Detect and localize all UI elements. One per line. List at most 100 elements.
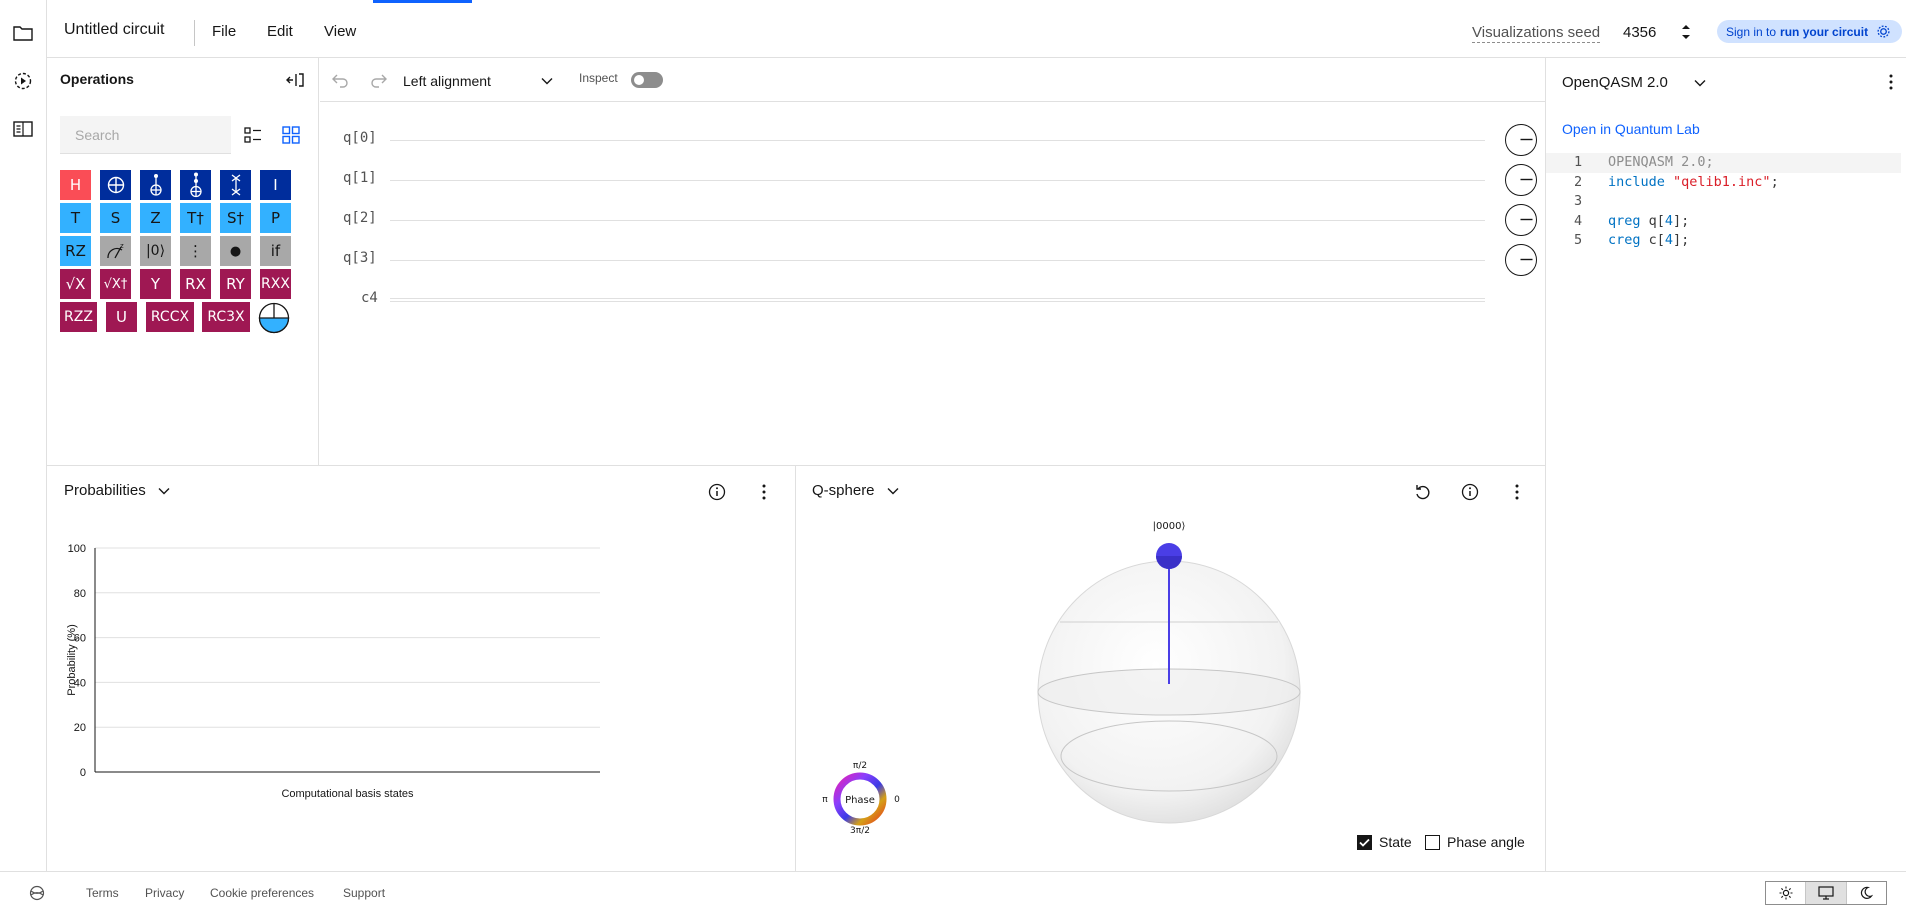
phase-zero: 0 [894, 795, 900, 805]
gate-s[interactable]: S [100, 203, 131, 233]
gate-barrier[interactable]: ⋮ [180, 236, 211, 266]
line-number: 4 [1574, 212, 1583, 229]
code-token: 4 [1664, 212, 1674, 229]
circuit-title[interactable]: Untitled circuit [64, 21, 164, 39]
alignment-dropdown[interactable]: Left alignment [403, 70, 553, 92]
gate-p[interactable]: P [260, 203, 291, 233]
run-history-icon[interactable] [12, 70, 34, 92]
qubit-wire-2 [390, 220, 1485, 221]
gate-rxx[interactable]: RXX [260, 269, 291, 299]
measure-icon[interactable] [1505, 164, 1537, 196]
gate-control[interactable]: ● [220, 236, 251, 266]
open-in-quantum-lab-link[interactable]: Open in Quantum Lab [1562, 121, 1700, 137]
state-checkbox[interactable]: State [1357, 834, 1412, 850]
dark-theme-button[interactable] [1847, 882, 1886, 904]
qsphere-canvas[interactable]: |0000⟩ Phase π/2 π 0 3π/2 [796, 466, 1545, 872]
gate-cnot[interactable] [100, 170, 131, 200]
code-token: qreg [1608, 212, 1649, 229]
phase-legend-label: Phase [845, 795, 875, 806]
seed-value-input[interactable]: 4356 [1623, 24, 1656, 41]
measure-icon[interactable] [1505, 204, 1537, 236]
overflow-menu-icon[interactable] [1888, 72, 1894, 92]
chevron-down-icon [1694, 80, 1706, 87]
code-text: qreg q[4]; [1608, 212, 1689, 232]
chevron-down-icon [158, 488, 170, 495]
gate-h[interactable]: H [60, 170, 91, 200]
operations-panel: Operations Search H I T S Z T† S† P RZ z… [47, 58, 319, 465]
menu-file[interactable]: File [212, 23, 236, 40]
code-editor[interactable]: 1 OPENQASM 2.0; 2 include "qelib1.inc"; 3 4 qr… [1546, 153, 1901, 251]
gate-rccx[interactable]: RCCX [146, 302, 194, 332]
list-view-icon[interactable] [243, 125, 263, 145]
docs-panel-icon[interactable] [12, 118, 34, 140]
circuit-canvas[interactable]: q[0] q[1] q[2] q[3] c4 [320, 102, 1545, 465]
gate-rx[interactable]: RX [180, 269, 211, 299]
measure-icon[interactable] [1505, 244, 1537, 276]
measure-icon[interactable] [1505, 124, 1537, 156]
checkbox-checked-icon [1357, 834, 1372, 850]
gate-swap[interactable] [220, 170, 251, 200]
language-dropdown[interactable]: OpenQASM 2.0 [1562, 74, 1706, 91]
measure-z-icon: z [106, 242, 124, 259]
code-token: q[ [1648, 212, 1665, 229]
gate-z[interactable]: Z [140, 203, 171, 233]
gate-ccx[interactable] [140, 170, 171, 200]
sign-in-button[interactable]: Sign in to run your circuit [1717, 20, 1902, 43]
gate-u[interactable]: U [106, 302, 137, 332]
overflow-menu-icon[interactable] [754, 482, 774, 502]
collapse-panel-icon[interactable] [285, 70, 305, 90]
x-axis-label: Computational basis states [281, 788, 414, 800]
theme-switcher [1765, 881, 1887, 905]
search-input[interactable]: Search [60, 116, 231, 154]
gate-rz[interactable]: RZ [60, 236, 91, 266]
gate-sdg[interactable]: S† [220, 203, 251, 233]
code-line[interactable]: 4 qreg q[4]; [1546, 212, 1901, 232]
svg-text:z: z [120, 242, 124, 250]
footer-link-support[interactable]: Support [343, 886, 385, 900]
gate-tdg[interactable]: T† [180, 203, 211, 233]
left-rail [0, 0, 47, 871]
menu-edit[interactable]: Edit [267, 23, 293, 40]
menu-view[interactable]: View [324, 23, 356, 40]
gate-y[interactable]: Y [140, 269, 171, 299]
gate-probability-disk[interactable] [257, 301, 291, 335]
inspect-toggle[interactable] [631, 72, 663, 88]
code-panel: OpenQASM 2.0 Open in Quantum Lab 1 OPENQA… [1545, 58, 1906, 871]
undo-icon[interactable] [330, 70, 350, 90]
folder-icon[interactable] [12, 22, 34, 44]
qubit-wire-0 [390, 140, 1485, 141]
gate-if[interactable]: if [260, 236, 291, 266]
code-line[interactable]: 1 OPENQASM 2.0; [1546, 153, 1901, 173]
probability-disk-icon [258, 302, 290, 334]
visualization-dropdown[interactable]: Probabilities [64, 482, 170, 499]
gate-sx[interactable]: √X [60, 269, 91, 299]
grid-view-icon[interactable] [281, 125, 301, 145]
light-theme-button[interactable] [1766, 882, 1807, 904]
footer-link-cookie-preferences[interactable]: Cookie preferences [210, 886, 314, 900]
line-number: 5 [1574, 232, 1583, 248]
redo-icon[interactable] [369, 70, 389, 90]
phase-angle-checkbox[interactable]: Phase angle [1425, 834, 1525, 850]
gate-measure-z[interactable]: z [100, 236, 131, 266]
footer-link-terms[interactable]: Terms [86, 886, 119, 900]
gate-ry[interactable]: RY [220, 269, 251, 299]
gate-t[interactable]: T [60, 203, 91, 233]
gate-rc3x[interactable]: RC3X [202, 302, 250, 332]
code-line[interactable]: 3 [1546, 192, 1901, 212]
info-icon[interactable] [707, 482, 727, 502]
code-line[interactable]: 2 include "qelib1.inc"; [1546, 173, 1901, 193]
gate-c3x[interactable] [180, 170, 211, 200]
checkbox-unchecked-icon [1425, 834, 1440, 850]
line-number: 2 [1574, 173, 1583, 190]
system-theme-button[interactable] [1806, 882, 1847, 904]
gate-reset[interactable]: |0⟩ [140, 236, 171, 266]
footer-link-privacy[interactable]: Privacy [145, 886, 184, 900]
toffoli-icon [149, 174, 162, 196]
gate-i[interactable]: I [260, 170, 291, 200]
code-line[interactable]: 5 creg c[4]; [1546, 231, 1901, 251]
gate-sxdg[interactable]: √X† [100, 269, 131, 299]
state-checkbox-label: State [1379, 834, 1412, 850]
seed-stepper[interactable] [1679, 20, 1693, 44]
code-token: include [1608, 173, 1674, 190]
gate-rzz[interactable]: RZZ [60, 302, 97, 332]
